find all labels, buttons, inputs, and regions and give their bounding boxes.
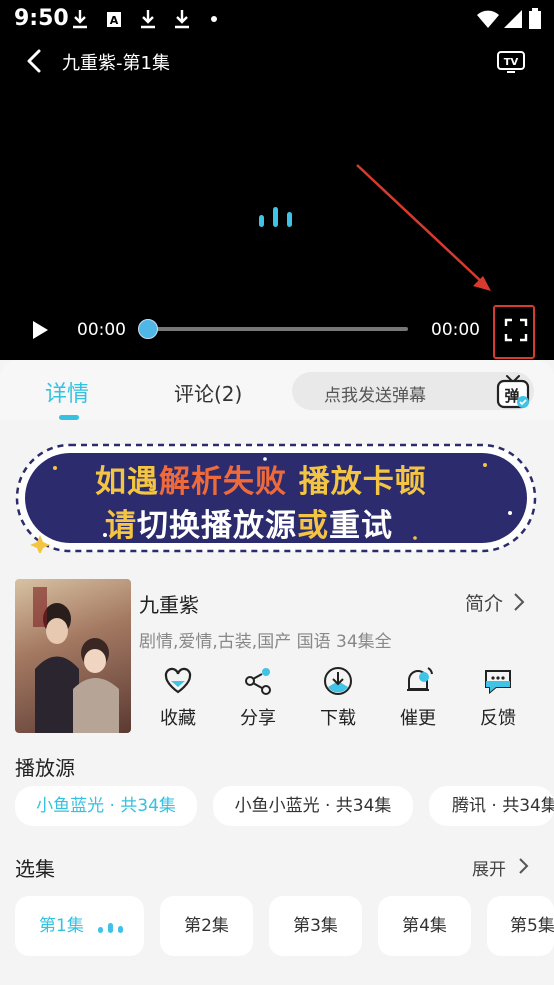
share-icon [245, 668, 271, 695]
episode-button-active[interactable]: 第1集 [15, 896, 144, 956]
status-bar: 9:50 A [0, 0, 554, 38]
action-label: 反馈 [480, 708, 516, 729]
episode-section-title: 选集 [15, 857, 55, 881]
feedback-button[interactable]: 反馈 [468, 665, 528, 730]
bell-icon [407, 667, 433, 691]
request-update-button[interactable]: 催更 [388, 665, 448, 730]
download-icon [324, 667, 352, 695]
movie-poster[interactable] [15, 579, 131, 733]
chevron-right-icon[interactable] [517, 857, 529, 875]
tab-comments[interactable]: 评论(2) [174, 378, 242, 407]
banner-text: 重试 [329, 508, 393, 544]
expand-link[interactable]: 展开 [472, 855, 506, 880]
episode-button[interactable]: 第4集 [378, 896, 471, 956]
cellular-signal-icon [504, 10, 522, 28]
danmaku-toggle-icon[interactable]: 弹 [495, 374, 531, 410]
action-label: 催更 [400, 708, 436, 729]
heart-icon [164, 667, 192, 694]
danmaku-placeholder: 点我发送弹幕 [324, 386, 426, 406]
more-notifications-dot-icon [211, 16, 217, 22]
banner-line-2: 请切换播放源或重试 [105, 500, 393, 545]
chevron-right-icon[interactable] [512, 592, 526, 612]
download-notification-icon [73, 10, 87, 29]
movie-tags: 剧情,爱情,古装,国产 国语 34集全 [139, 632, 392, 652]
share-button[interactable]: 分享 [228, 665, 288, 730]
banner-text: 或 [297, 508, 329, 544]
source-option[interactable]: 小鱼蓝光 · 共34集 [15, 786, 197, 826]
action-label: 下载 [320, 708, 356, 729]
action-label: 分享 [240, 708, 276, 729]
status-time: 9:50 [14, 6, 69, 31]
battery-icon [529, 8, 541, 29]
banner-text: 如遇 [95, 464, 159, 500]
annotation-arrow [356, 164, 491, 291]
source-option[interactable]: 小鱼小蓝光 · 共34集 [213, 786, 413, 826]
episode-label: 第1集 [39, 916, 84, 936]
banner-line-1: 如遇解析失败 播放卡顿 [95, 456, 427, 501]
danmaku-input[interactable]: 点我发送弹幕 弹 [292, 372, 534, 410]
source-section-title: 播放源 [15, 756, 75, 780]
banner-text: 解析失败 [159, 464, 287, 500]
source-option[interactable]: 腾讯 · 共34集 [429, 786, 554, 826]
movie-title: 九重紫 [139, 593, 199, 617]
episode-button[interactable]: 第5集 [487, 896, 554, 956]
feedback-icon [485, 670, 511, 695]
detail-tabs: 详情 评论(2) 点我发送弹幕 弹 [0, 360, 554, 420]
download-notification-icon [141, 10, 155, 29]
wifi-icon [477, 10, 499, 28]
tab-indicator [59, 415, 79, 420]
banner-text: 播放卡顿 [287, 464, 427, 500]
episode-button[interactable]: 第2集 [160, 896, 253, 956]
playing-indicator-icon [98, 923, 124, 933]
svg-text:A: A [110, 14, 119, 27]
app-notification-icon: A [107, 12, 121, 27]
video-player[interactable]: 九重紫-第1集 TV 00:00 00:00 [0, 38, 554, 360]
tab-details[interactable]: 详情 [45, 376, 89, 408]
episode-button[interactable]: 第3集 [269, 896, 362, 956]
download-button[interactable]: 下载 [308, 665, 368, 730]
banner-text: 切换播放源 [137, 508, 297, 544]
action-label: 收藏 [160, 708, 196, 729]
download-notification-icon [175, 10, 189, 29]
banner-text: 请 [105, 508, 137, 544]
intro-link[interactable]: 简介 [465, 589, 503, 616]
favorite-button[interactable]: 收藏 [148, 665, 208, 730]
